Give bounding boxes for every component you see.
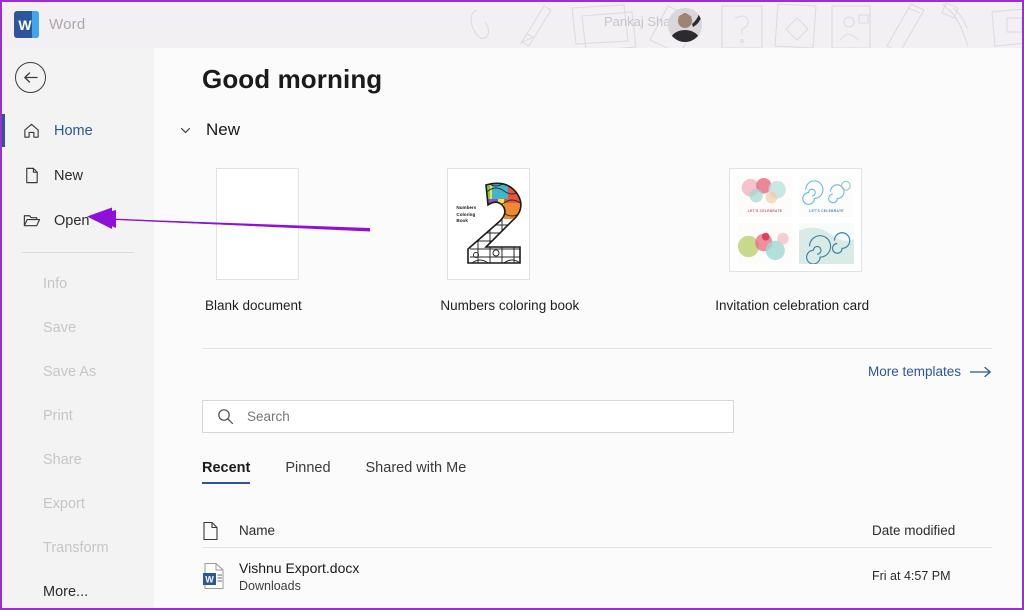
tab-recent[interactable]: Recent [202,460,251,484]
tab-label: Shared with Me [365,460,467,476]
tab-label: Pinned [285,460,331,476]
column-icon-header [202,521,239,541]
sidebar-item-label: Home [54,122,93,139]
sidebar-item-label: Save As [43,364,97,380]
avatar[interactable] [668,8,702,42]
avatar-photo [668,8,702,42]
sidebar-item-label: Save [43,320,77,336]
invite-quadrant-1: LET'S CELEBRATE [737,176,793,217]
sidebar-item-export: Export [2,482,154,526]
sidebar-item-home[interactable]: Home [2,108,154,153]
tab-shared-with-me[interactable]: Shared with Me [366,460,467,484]
document-date-modified: Fri at 4:57 PM [872,569,951,583]
document-tabs: Recent Pinned Shared with Me [202,460,466,484]
chevron-down-icon [180,127,191,133]
header-doodle-pattern [470,2,1022,48]
sidebar-item-label: Transform [43,540,109,556]
new-section-toggle[interactable]: New [179,120,240,140]
sidebar-nav: Home New Open Info Save Save As Print Sh… [2,108,154,608]
template-label: Invitation celebration card [715,298,870,313]
sidebar: Home New Open Info Save Save As Print Sh… [2,48,154,608]
more-templates-link[interactable]: More templates [868,364,992,379]
sidebar-item-open[interactable]: Open [2,198,154,243]
home-icon [24,123,39,138]
search-bar[interactable] [202,400,734,433]
invite-quadrant-2: LET'S CELEBRATE [798,176,855,217]
tab-label: Recent [202,460,251,476]
back-button[interactable] [15,62,46,93]
column-date-header[interactable]: Date modified [872,523,992,538]
sidebar-divider [22,252,134,253]
title-bar: W Word Pankaj Shah [2,2,1022,48]
coloring-book-art [467,182,523,264]
section-divider [202,348,992,349]
sidebar-item-label: Share [43,452,82,468]
template-thumbnail-invitation: LET'S CELEBRATE LET'S CELEBRATE [729,168,863,272]
tab-pinned[interactable]: Pinned [285,460,330,484]
word-file-icon: W [203,563,224,589]
document-icon [203,521,218,540]
word-logo-letter: W [18,16,32,33]
invite-caption: LET'S CELEBRATE [747,209,783,213]
template-thumbnail-coloring: Numbers Coloring Book [447,168,531,280]
document-name: Vishnu Export.docx [239,559,360,576]
search-input[interactable] [247,401,687,432]
sidebar-item-new[interactable]: New [2,153,154,198]
sidebar-item-label: Export [43,496,85,512]
new-section-title: New [206,120,241,139]
sidebar-item-more[interactable]: More... [2,570,154,608]
sidebar-item-info: Info [2,262,154,306]
app-brand: W Word [14,11,85,38]
list-item[interactable]: W Vishnu Export.docx Downloads Fri at 4:… [202,550,992,602]
document-location: Downloads [239,578,301,593]
sidebar-item-label: New [54,167,84,184]
user-name-label: Pankaj Shah [604,14,678,29]
sidebar-item-label: More... [43,584,89,600]
arrow-right-icon [970,366,991,377]
sidebar-item-share: Share [2,438,154,482]
sidebar-item-label: Open [54,212,90,229]
sidebar-item-transform: Transform [2,526,154,570]
template-label: Blank document [205,298,302,313]
sidebar-item-label: Info [43,276,68,292]
active-accent-bar [2,114,5,147]
template-card-numbers-coloring-book[interactable]: Numbers Coloring Book Numbers coloring boo… [440,168,715,313]
more-templates-label: More templates [867,364,961,379]
app-title: Word [49,16,86,33]
folder-open-icon [23,215,41,227]
back-arrow-icon [24,72,38,83]
document-list-header: Name Date modified [202,514,992,548]
sidebar-item-print: Print [2,394,154,438]
document-info: Vishnu Export.docx Downloads [239,560,872,593]
search-icon [218,409,234,425]
word-start-screen: W Word Pankaj Shah Home New Open Info Sa… [0,0,1024,610]
template-card-blank-document[interactable]: Blank document [202,168,440,313]
new-doc-icon [26,167,38,184]
word-doc-icon: W [202,562,239,590]
sidebar-item-save: Save [2,306,154,350]
template-card-invitation-celebration-card[interactable]: LET'S CELEBRATE LET'S CELEBRATE Invitati… [715,168,992,313]
template-thumbnail-text: Numbers Coloring Book [456,205,477,223]
sidebar-item-label: Print [43,408,73,424]
main-content: Good morning New Blank document Numbers … [154,48,1022,608]
invite-quadrant-4 [798,223,855,264]
invite-quadrant-3 [737,223,793,264]
word-logo-icon: W [14,11,39,38]
sidebar-item-save-as: Save As [2,350,154,394]
column-name-header[interactable]: Name [239,523,872,538]
invite-caption: LET'S CELEBRATE [809,209,844,213]
page-title: Good morning [202,64,383,94]
template-label: Numbers coloring book [440,298,580,313]
template-thumbnail-blank [216,168,299,280]
template-gallery: Blank document Numbers Coloring Book Num… [202,168,992,313]
svg-text:W: W [205,574,214,584]
